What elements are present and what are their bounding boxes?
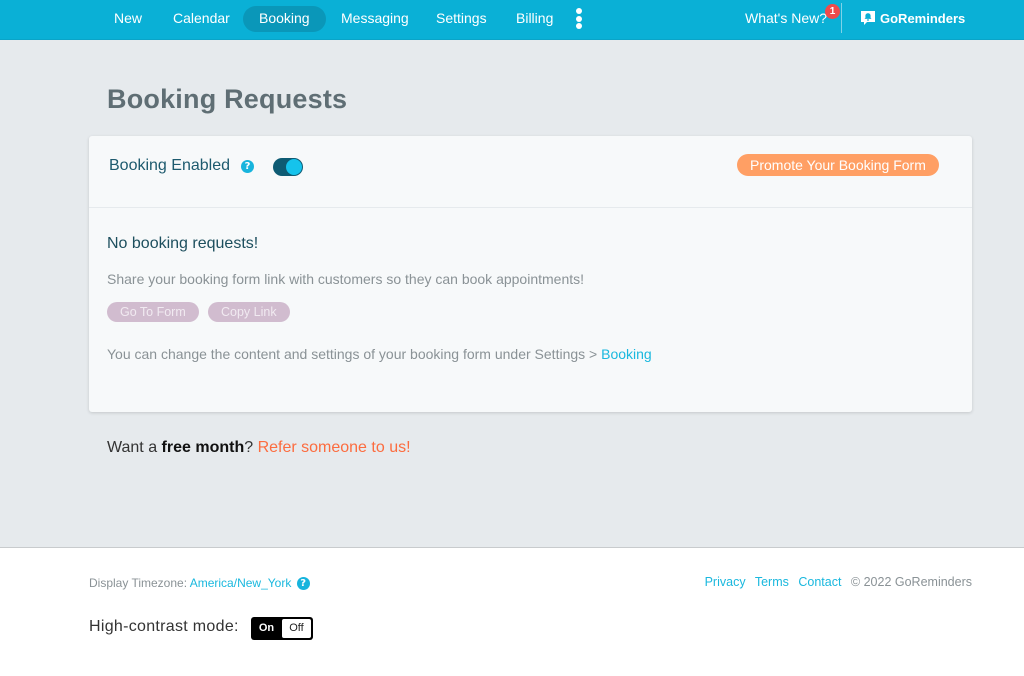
toggle-knob — [286, 159, 302, 175]
copyright: © 2022 GoReminders — [850, 575, 972, 589]
referral-prefix: Want a — [107, 439, 162, 456]
more-menu-icon[interactable] — [574, 8, 584, 30]
referral-bold: free month — [161, 439, 245, 456]
brand-name: GoReminders — [880, 10, 966, 26]
booking-enabled-toggle[interactable] — [273, 158, 303, 176]
nav-item-settings[interactable]: Settings — [420, 6, 503, 32]
empty-state-text: Share your booking form link with custom… — [107, 271, 585, 287]
refer-link[interactable]: Refer someone to us! — [258, 439, 411, 456]
top-navigation-bar: New Calendar Booking Messaging Settings … — [0, 0, 1024, 40]
dot — [576, 23, 582, 29]
high-contrast-label: High-contrast mode: — [89, 618, 239, 635]
nav-item-new[interactable]: New — [98, 6, 158, 32]
nav-divider — [841, 3, 842, 33]
high-contrast-on-option[interactable]: On — [251, 617, 282, 640]
timezone-link[interactable]: America/New_York — [190, 576, 292, 590]
booking-settings-link[interactable]: Booking — [601, 346, 652, 362]
timezone-label: Display Timezone: — [89, 576, 190, 590]
bell-chat-icon — [861, 11, 875, 25]
settings-hint-text: You can change the content and settings … — [107, 346, 602, 362]
question-circle-icon[interactable]: ? — [241, 160, 254, 173]
nav-item-calendar[interactable]: Calendar — [157, 6, 246, 32]
referral-banner: Want a free month? Refer someone to us! — [107, 439, 411, 457]
privacy-link[interactable]: Privacy — [705, 575, 746, 589]
booking-card: Booking Enabled ? Promote Your Booking F… — [89, 136, 972, 412]
question-circle-icon[interactable]: ? — [296, 577, 310, 590]
whats-new-link[interactable]: What's New? — [745, 6, 827, 30]
booking-enabled-label: Booking Enabled — [109, 157, 230, 174]
contact-link[interactable]: Contact — [798, 575, 841, 589]
referral-suffix: ? — [244, 439, 258, 456]
copy-link-button[interactable]: Copy Link — [208, 302, 290, 322]
high-contrast-off-option[interactable]: Off — [282, 619, 311, 638]
nav-item-booking[interactable]: Booking — [243, 6, 326, 32]
booking-card-header: Booking Enabled ? Promote Your Booking F… — [89, 136, 972, 208]
dot — [576, 8, 582, 14]
footer-links: Privacy Terms Contact © 2022 GoReminders — [705, 575, 972, 589]
notification-badge: 1 — [825, 4, 840, 19]
empty-state-title: No booking requests! — [107, 235, 259, 252]
nav-item-billing[interactable]: Billing — [500, 6, 569, 32]
settings-hint: You can change the content and settings … — [107, 346, 652, 362]
nav-item-messaging[interactable]: Messaging — [325, 6, 425, 32]
footer: Display Timezone: America/New_York ? Pri… — [0, 547, 1024, 676]
go-to-form-button[interactable]: Go To Form — [107, 302, 199, 322]
promote-booking-form-button[interactable]: Promote Your Booking Form — [737, 154, 939, 176]
brand-logo[interactable]: GoReminders — [860, 8, 965, 28]
page-title: Booking Requests — [107, 84, 348, 114]
dot — [576, 15, 582, 22]
timezone-display: Display Timezone: America/New_York ? — [89, 576, 310, 590]
high-contrast-switch[interactable]: On Off — [251, 617, 313, 640]
terms-link[interactable]: Terms — [755, 575, 789, 589]
